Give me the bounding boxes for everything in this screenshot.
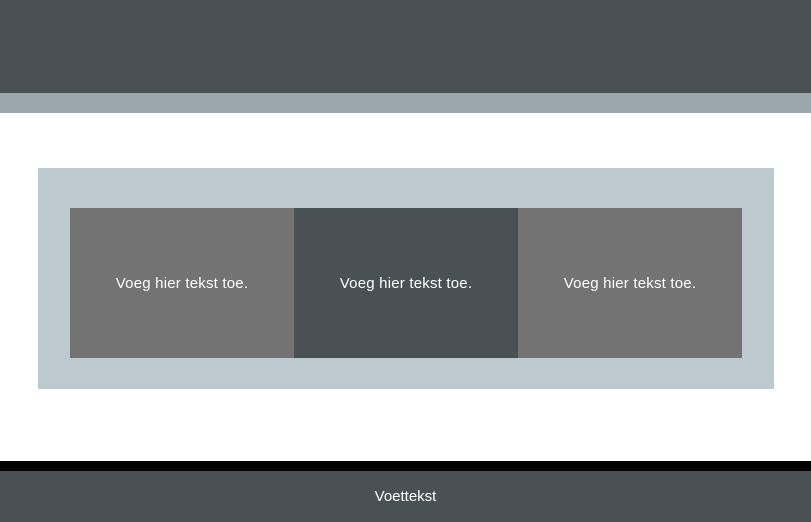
tile-text: Voeg hier tekst toe. xyxy=(563,274,697,292)
footer-text: Voettekst xyxy=(374,488,437,505)
tile-text: Voeg hier tekst toe. xyxy=(339,274,473,292)
header-bar xyxy=(0,0,811,93)
text-tile-2: Voeg hier tekst toe. xyxy=(294,208,518,358)
text-tile-3: Voeg hier tekst toe. xyxy=(518,208,742,358)
sub-header-bar xyxy=(0,93,811,113)
tile-row: Voeg hier tekst toe. Voeg hier tekst toe… xyxy=(70,208,742,358)
footer: Voettekst xyxy=(0,471,811,522)
main-content: Voeg hier tekst toe. Voeg hier tekst toe… xyxy=(0,113,811,461)
tile-text: Voeg hier tekst toe. xyxy=(115,274,249,292)
text-tile-1: Voeg hier tekst toe. xyxy=(70,208,294,358)
footer-divider xyxy=(0,461,811,471)
tile-panel: Voeg hier tekst toe. Voeg hier tekst toe… xyxy=(38,168,774,389)
